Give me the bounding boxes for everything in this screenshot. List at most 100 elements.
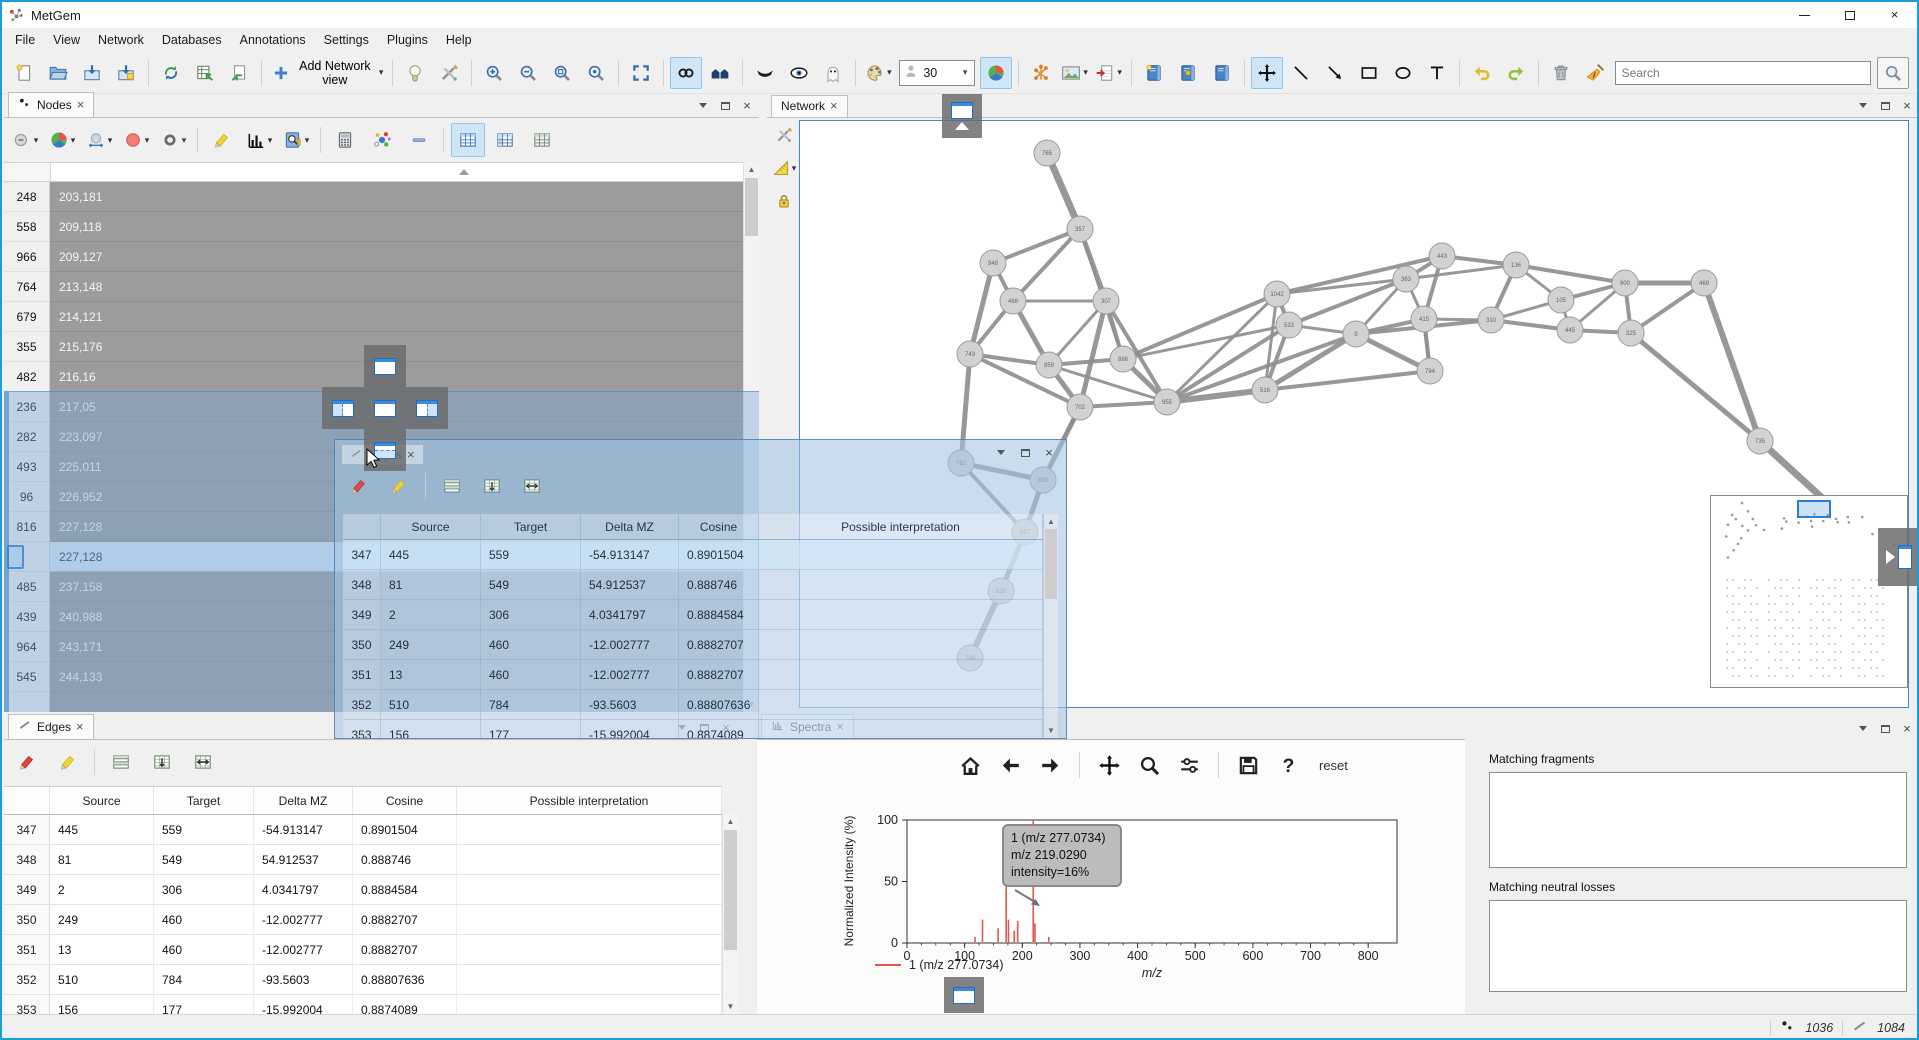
menu-file[interactable]: File	[6, 30, 44, 50]
highlight-red-button[interactable]	[8, 743, 46, 781]
dock-indicator-top[interactable]	[364, 345, 406, 387]
row-header[interactable]	[343, 514, 381, 539]
show-all-columns-button[interactable]	[451, 123, 485, 157]
search-input[interactable]	[1615, 61, 1871, 85]
tool-rect-button[interactable]	[1353, 57, 1385, 89]
row-header[interactable]: 355	[4, 332, 50, 362]
nodes-table-row[interactable]: 764213,148	[4, 272, 743, 302]
home-views-button[interactable]	[704, 57, 736, 89]
clusterize-button[interactable]	[365, 123, 399, 157]
show-nodes-button[interactable]	[399, 57, 431, 89]
highlight-yellow-button[interactable]	[49, 743, 87, 781]
column-header-target[interactable]: Target	[154, 787, 254, 814]
restore-columns-button[interactable]	[434, 468, 470, 504]
network-layout-button[interactable]	[1025, 57, 1057, 89]
save-project-as-button[interactable]	[110, 57, 142, 89]
show-selected-columns-button[interactable]	[488, 123, 522, 157]
graph-node[interactable]: 445	[1557, 317, 1583, 343]
query-databases-button[interactable]: ▾	[279, 123, 313, 157]
nodes-table-row[interactable]: 679214,121	[4, 302, 743, 332]
neighbors-combo[interactable]: 30▾	[899, 60, 974, 86]
column-header-source[interactable]: Source	[50, 787, 154, 814]
graph-node[interactable]: 363	[1393, 266, 1419, 292]
delete-item-button[interactable]	[1545, 57, 1577, 89]
clear-annotations-button[interactable]	[1579, 57, 1611, 89]
dock-menu-button[interactable]	[1856, 99, 1870, 112]
graph-node[interactable]: 9	[1343, 321, 1369, 347]
pen-scale-button[interactable]	[402, 123, 436, 157]
dock-indicator-left[interactable]	[322, 387, 364, 429]
open-project-button[interactable]	[42, 57, 74, 89]
graph-node[interactable]: 469	[1691, 270, 1717, 296]
edges-table-row[interactable]: 350249460-12.0027770.8882707	[4, 905, 722, 935]
row-header[interactable]	[4, 787, 50, 814]
fit-columns-button[interactable]	[184, 743, 222, 781]
edges-table-row[interactable]: 35113460-12.0027770.8882707	[4, 935, 722, 965]
export-metadata-button[interactable]: ▾	[1093, 57, 1125, 89]
node-ring-button[interactable]: ▾	[156, 123, 190, 157]
node-shape-button[interactable]: ▾	[8, 123, 42, 157]
node-pies-button[interactable]: ▾	[45, 123, 79, 157]
color-nodes-button[interactable]: ▾	[862, 57, 894, 89]
database-viewer-button[interactable]	[1206, 57, 1238, 89]
highlight-red-button[interactable]	[341, 468, 377, 504]
edges-table-row[interactable]: 347445559-54.9131470.8901504	[343, 540, 1043, 570]
edges-table-row[interactable]: 347445559-54.9131470.8901504	[4, 815, 722, 845]
graph-node[interactable]: 702	[1067, 394, 1093, 420]
graph-node[interactable]: 859	[1036, 352, 1062, 378]
annotations-tool-button[interactable]: ▾	[769, 155, 800, 181]
menu-help[interactable]: Help	[437, 30, 481, 50]
column-header-possible-interpretation[interactable]: Possible interpretation	[759, 514, 1043, 539]
edges-table-row[interactable]: 352510784-93.56030.88807636	[4, 965, 722, 995]
close-button[interactable]	[1872, 2, 1917, 28]
tool-arrow-button[interactable]	[1319, 57, 1351, 89]
edges-table-row[interactable]: 353156177-15.9920040.8874089	[343, 720, 1043, 738]
open-database-button[interactable]	[1138, 57, 1170, 89]
maximize-button[interactable]	[1827, 2, 1872, 28]
redo-button[interactable]	[1500, 57, 1532, 89]
menu-databases[interactable]: Databases	[153, 30, 231, 50]
dock-indicator-spectra-bottom[interactable]	[944, 977, 984, 1013]
graph-node[interactable]: 948	[980, 250, 1006, 276]
chevron-down-icon[interactable]: ▾	[957, 61, 974, 85]
graph-edge[interactable]	[1516, 265, 1625, 283]
edges-table-row[interactable]: 3488154954.9125370.888746	[343, 570, 1043, 600]
minimize-button[interactable]	[1782, 2, 1827, 28]
dock-menu-button[interactable]	[994, 446, 1008, 459]
graph-node[interactable]: 307	[1093, 288, 1119, 314]
nodes-table-row[interactable]: 966209,127	[4, 242, 743, 272]
menu-view[interactable]: View	[44, 30, 89, 50]
column-header-source[interactable]: Source	[381, 514, 481, 539]
save-project-button[interactable]	[76, 57, 108, 89]
graph-node[interactable]: 415	[1411, 306, 1437, 332]
dock-close-button[interactable]	[740, 99, 754, 112]
dock-close-button[interactable]	[1900, 99, 1914, 112]
dock-close-button[interactable]	[1900, 722, 1914, 735]
link-selection-button[interactable]	[670, 57, 702, 89]
fit-rows-button[interactable]	[474, 468, 510, 504]
floating-edges-panel[interactable]: Edges SourceTargetDelta MZCosinePossible…	[334, 439, 1067, 739]
graph-node[interactable]: 1042	[1264, 281, 1290, 307]
graph-node[interactable]: 136	[1503, 252, 1529, 278]
edges-table-row[interactable]: 352510784-93.56030.88807636	[343, 690, 1043, 720]
graph-node[interactable]: 743	[957, 341, 983, 367]
hide-items-button[interactable]	[749, 57, 781, 89]
screenshot-button[interactable]: ▾	[1059, 57, 1091, 89]
import-metadata-button[interactable]	[189, 57, 221, 89]
graph-node[interactable]: 794	[1417, 358, 1443, 384]
graph-edge[interactable]	[993, 229, 1080, 263]
edges-table-row[interactable]: 35113460-12.0027770.8882707	[343, 660, 1043, 690]
dock-indicator-center[interactable]	[364, 387, 406, 429]
process-settings-button[interactable]	[433, 57, 465, 89]
highlight-yellow-button[interactable]	[381, 468, 417, 504]
nodes-table-row[interactable]: 248203,181	[4, 182, 743, 212]
tab-close-icon[interactable]	[76, 720, 84, 734]
edges-scrollbar[interactable]: ▲ ▼	[722, 814, 738, 1014]
graph-edge[interactable]	[1013, 229, 1080, 301]
add-network-view-button[interactable]: Add Network view▾	[268, 57, 386, 89]
import-data-button[interactable]	[155, 57, 187, 89]
dock-indicator-network-right[interactable]	[1878, 528, 1919, 586]
graph-node[interactable]: 325	[1618, 320, 1644, 346]
graph-node[interactable]: 468	[1000, 288, 1026, 314]
column-header-target[interactable]: Target	[481, 514, 581, 539]
